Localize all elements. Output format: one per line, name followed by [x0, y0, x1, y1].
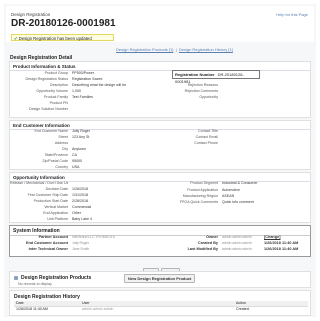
alert-text: Design Registration has been updated: [18, 36, 92, 41]
check-icon: ✔: [14, 36, 18, 41]
field-label: Country: [55, 165, 68, 169]
new-product-button[interactable]: New Design Registration Product: [124, 274, 196, 283]
column-header: Action: [236, 301, 246, 305]
products-related-list: Design Registration Products New Design …: [9, 271, 311, 288]
field-row: FPGA Quick Comments Quick info comment: [160, 199, 310, 205]
history-table: Date User Action 1/26/2018 11:40 AM admi…: [14, 301, 308, 312]
system-info-panel: System Information Partner Account Will B…: [9, 225, 311, 257]
opportunity-info-panel: Opportunity Information Release / Mechan…: [9, 172, 311, 223]
field-label: Contact Phone: [194, 141, 218, 145]
registration-number-label: Registration Number: [175, 72, 215, 77]
modified-date: 1/26/2018 11:40 AM: [264, 247, 299, 251]
field-value[interactable]: Jane Smith: [72, 246, 89, 252]
field-label: Design Solution Number: [29, 107, 68, 111]
history-date: 1/26/2018 11:40 AM: [16, 307, 48, 311]
products-section-title: Design Registration Products: [21, 275, 92, 281]
field-value: Quick info comment: [222, 200, 254, 204]
empty-list-text: No records to display: [18, 282, 52, 286]
field-label: Unit Platform: [47, 217, 68, 221]
product-info-panel: Product Information & Status Registratio…: [9, 61, 311, 118]
field-value: USA: [72, 165, 80, 169]
detail-topbar: Design Registration Products [1] | Desig…: [4, 42, 316, 70]
history-section-title: Design Registration History: [14, 294, 80, 300]
column-header: Date: [16, 301, 24, 305]
field-value[interactable]: admin admin admin: [222, 246, 252, 252]
record-title: DR-20180126-0001981: [11, 18, 116, 29]
field-value: Baby Lake 4: [72, 217, 92, 221]
field-label: Product Segment: [190, 181, 218, 185]
success-alert: ✔Design Registration has been updated: [11, 34, 114, 41]
history-user[interactable]: admin admin admin: [82, 307, 113, 312]
record-type-label: Design Registration: [11, 12, 51, 17]
field-row: Inter Technical Owner Jane Smith: [10, 246, 160, 252]
field-label: Opportunity: [199, 95, 218, 99]
products-list-icon: [14, 276, 18, 280]
field-row: Contact Phone: [160, 140, 310, 146]
field-row: Opportunity: [160, 94, 310, 100]
field-row: Last Modified By admin admin admin 1/26/20…: [160, 246, 310, 252]
field-label: Last Modified By: [187, 247, 218, 251]
related-links: Design Registration Products [1] | Desig…: [116, 47, 233, 52]
field-label: Inter Technical Owner: [28, 247, 68, 251]
history-action: Created.: [236, 307, 250, 311]
field-row: Design Solution Number: [10, 106, 160, 112]
help-link[interactable]: Help for this Page: [276, 12, 308, 17]
registration-number-field: Registration Number DR-20180126-0001981: [172, 70, 260, 84]
record-header: Design Registration DR-20180126-0001981 …: [6, 6, 314, 42]
page: Design Registration DR-20180126-0001981 …: [4, 4, 316, 317]
field-label: FPGA Quick Comments: [179, 200, 218, 204]
field-row: Unit Platform Baby Lake 4: [10, 216, 160, 222]
column-header: User: [82, 301, 90, 305]
customer-info-panel: End Customer Information End Customer Na…: [9, 120, 311, 170]
table-row: 1/26/2018 11:40 AM admin admin admin Cre…: [14, 307, 308, 312]
field-row: Product Segment Industrial & Consumer: [160, 180, 310, 186]
link-history[interactable]: Design Registration History [1]: [179, 47, 233, 52]
history-related-list: Design Registration History Date User Ac…: [9, 290, 311, 316]
link-products[interactable]: Design Registration Products [1]: [116, 47, 173, 52]
field-value: Industrial & Consumer: [222, 181, 258, 185]
field-row: Country USA: [10, 164, 160, 170]
